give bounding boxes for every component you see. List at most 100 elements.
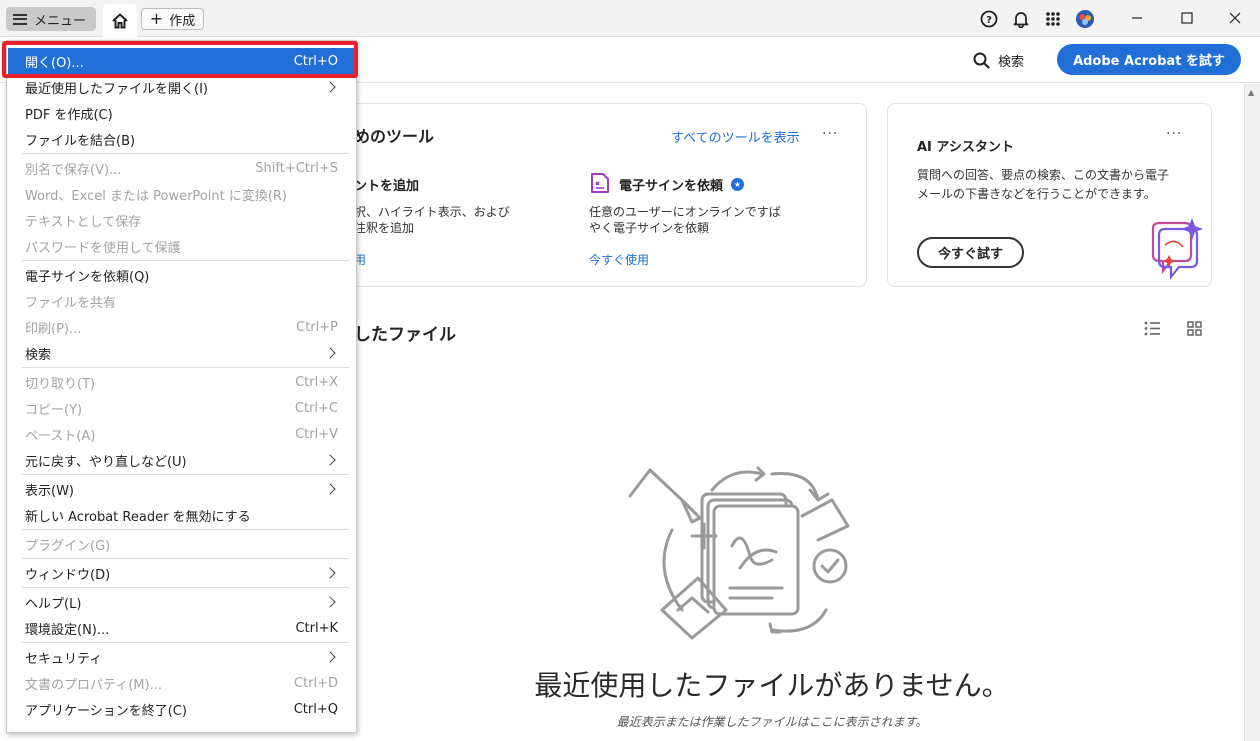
menu-item-combine-files-label: ファイルを結合(B) xyxy=(25,133,136,149)
menu-item-preferences-label: 環境設定(N)... xyxy=(25,622,110,638)
menu-item-document-properties[interactable]: 文書のプロパティ(M)... Ctrl+D xyxy=(8,670,355,696)
tool-add-comment-desc: 択、ハイライト表示、および 注釈を追加 xyxy=(354,204,554,236)
tools-card-title: めのツール xyxy=(354,127,435,146)
menu-item-preferences[interactable]: 環境設定(N)... Ctrl+K xyxy=(8,615,355,641)
close-button[interactable] xyxy=(1222,6,1248,30)
hamburger-icon xyxy=(13,13,27,25)
create-button-label: 作成 xyxy=(169,13,196,29)
menu-item-save-as-text[interactable]: テキストとして保存 xyxy=(8,207,355,233)
menu-item-share-file[interactable]: ファイルを共有 xyxy=(8,288,355,314)
home-icon xyxy=(112,13,128,28)
submenu-arrow-icon xyxy=(324,81,336,93)
menu-item-view-label: 表示(W) xyxy=(25,483,74,499)
tool-esign-use-now-link[interactable]: 今すぐ使用 xyxy=(589,251,649,268)
user-avatar[interactable] xyxy=(1075,9,1095,29)
menu-item-save-as-text-label: テキストとして保存 xyxy=(25,214,142,230)
menu-item-security-label: セキュリティ xyxy=(25,651,103,667)
tool-add-comment-title: ントを追加 xyxy=(354,179,420,194)
menu-item-save-as-label: 別名で保存(V)... xyxy=(25,162,122,178)
menu-item-plugins[interactable]: プラグイン(G) xyxy=(8,531,355,557)
ai-try-now-button[interactable]: 今すぐ試す xyxy=(917,237,1024,268)
menu-item-open-recent[interactable]: 最近使用したファイルを開く(I) xyxy=(8,74,355,100)
plus-icon: + xyxy=(149,9,164,28)
menu-separator xyxy=(21,587,349,588)
menu-item-convert[interactable]: Word、Excel または PowerPoint に変換(R) xyxy=(8,181,355,207)
menu-item-exit-application-label: アプリケーションを終了(C) xyxy=(25,703,187,719)
empty-recent-illustration xyxy=(622,460,854,650)
menu-item-create-pdf[interactable]: PDF を作成(C) xyxy=(8,100,355,126)
menu-item-open-recent-label: 最近使用したファイルを開く(I) xyxy=(25,81,208,97)
tool-add-comment-desc-line1: 択、ハイライト表示、および xyxy=(354,205,510,219)
menu-item-disable-new-reader[interactable]: 新しい Acrobat Reader を無効にする xyxy=(8,502,355,528)
menu-item-cut-shortcut: Ctrl+X xyxy=(295,374,338,390)
tool-add-comment-desc-line2: 注釈を追加 xyxy=(354,221,415,235)
menu-item-help[interactable]: ヘルプ(L) xyxy=(8,589,355,615)
menu-item-open-shortcut: Ctrl+O xyxy=(293,53,338,69)
ai-sparkle-chat-icon xyxy=(1145,215,1207,285)
menu-item-document-properties-shortcut: Ctrl+D xyxy=(293,675,338,691)
menu-button[interactable]: メニュー xyxy=(6,7,96,31)
menu-item-share-file-label: ファイルを共有 xyxy=(25,295,117,311)
menu-item-combine-files[interactable]: ファイルを結合(B) xyxy=(8,126,355,152)
recent-files-title: したファイル xyxy=(354,325,456,345)
ai-assistant-title: AI アシスタント xyxy=(917,140,1014,155)
vertical-scrollbar[interactable]: ▲ xyxy=(1244,84,1260,741)
menu-item-exit-application[interactable]: アプリケーションを終了(C) Ctrl+Q xyxy=(8,696,355,722)
ai-more-icon[interactable]: ··· xyxy=(1166,126,1182,142)
menu-separator xyxy=(21,260,349,261)
menu-item-paste-label: ペースト(A) xyxy=(25,428,96,444)
menu-item-plugins-label: プラグイン(G) xyxy=(25,538,111,554)
menu-item-document-properties-label: 文書のプロパティ(M)... xyxy=(25,677,162,693)
submenu-arrow-icon xyxy=(324,596,336,608)
list-view-icon[interactable] xyxy=(1144,321,1161,340)
empty-recent-title: 最近使用したファイルがありません。 xyxy=(534,669,1010,702)
menu-separator xyxy=(21,153,349,154)
menu-item-request-esign-label: 電子サインを依頼(Q) xyxy=(25,269,150,285)
submenu-arrow-icon xyxy=(324,483,336,495)
menu-item-paste-shortcut: Ctrl+V xyxy=(295,426,338,442)
view-all-tools-link[interactable]: すべてのツールを表示 xyxy=(671,127,800,146)
main-menu-dropdown: 開く(O)... Ctrl+O 最近使用したファイルを開く(I) PDF を作成(… xyxy=(6,40,357,733)
menu-item-paste[interactable]: ペースト(A) Ctrl+V xyxy=(8,421,355,447)
menu-item-help-label: ヘルプ(L) xyxy=(25,596,82,612)
menu-item-cut-label: 切り取り(T) xyxy=(25,376,96,392)
menu-separator xyxy=(21,367,349,368)
help-icon[interactable]: ? xyxy=(979,9,999,29)
menu-item-save-as[interactable]: 別名で保存(V)... Shift+Ctrl+S xyxy=(8,155,355,181)
menu-item-exit-application-shortcut: Ctrl+Q xyxy=(293,701,338,717)
esign-request-icon xyxy=(590,172,610,198)
try-acrobat-button[interactable]: Adobe Acrobat を試す xyxy=(1057,44,1241,75)
menu-item-print[interactable]: 印刷(P)... Ctrl+P xyxy=(8,314,355,340)
search-button[interactable]: 検索 xyxy=(973,49,1024,71)
ai-assistant-desc: 質問への回答、要点の検索、この文書から電子メールの下書きなどを行うことができます… xyxy=(917,168,1170,201)
menu-item-open[interactable]: 開く(O)... Ctrl+O xyxy=(8,48,355,74)
menu-item-window[interactable]: ウィンドウ(D) xyxy=(8,560,355,586)
menu-item-search[interactable]: 検索 xyxy=(8,340,355,366)
menu-item-copy[interactable]: コピー(Y) Ctrl+C xyxy=(8,395,355,421)
submenu-arrow-icon xyxy=(324,567,336,579)
tools-more-icon[interactable]: ··· xyxy=(822,126,838,142)
search-icon xyxy=(973,52,990,69)
menu-item-password-protect[interactable]: パスワードを使用して保護 xyxy=(8,233,355,259)
scroll-up-arrow-icon[interactable]: ▲ xyxy=(1248,88,1254,97)
menu-item-create-pdf-label: PDF を作成(C) xyxy=(25,107,113,123)
home-tab[interactable] xyxy=(103,4,137,37)
tool-esign-desc-line2: やく電子サインを依頼 xyxy=(589,221,710,235)
menu-item-convert-label: Word、Excel または PowerPoint に変換(R) xyxy=(25,188,288,204)
create-button[interactable]: + 作成 xyxy=(141,8,204,30)
maximize-button[interactable] xyxy=(1174,6,1200,30)
menu-item-copy-shortcut: Ctrl+C xyxy=(294,400,338,416)
menu-item-undo-redo[interactable]: 元に戻す、やり直しなど(U) xyxy=(8,447,355,473)
menu-separator xyxy=(21,529,349,530)
grid-view-icon[interactable] xyxy=(1187,321,1202,340)
menu-item-request-esign[interactable]: 電子サインを依頼(Q) xyxy=(8,262,355,288)
submenu-arrow-icon xyxy=(324,347,336,359)
menu-item-cut[interactable]: 切り取り(T) Ctrl+X xyxy=(8,369,355,395)
minimize-button[interactable] xyxy=(1124,6,1150,30)
apps-grid-icon[interactable] xyxy=(1043,9,1063,29)
menu-button-label: メニュー xyxy=(34,13,87,29)
menu-item-view[interactable]: 表示(W) xyxy=(8,476,355,502)
menu-item-security[interactable]: セキュリティ xyxy=(8,644,355,670)
submenu-arrow-icon xyxy=(324,454,336,466)
bell-icon[interactable] xyxy=(1011,9,1031,29)
